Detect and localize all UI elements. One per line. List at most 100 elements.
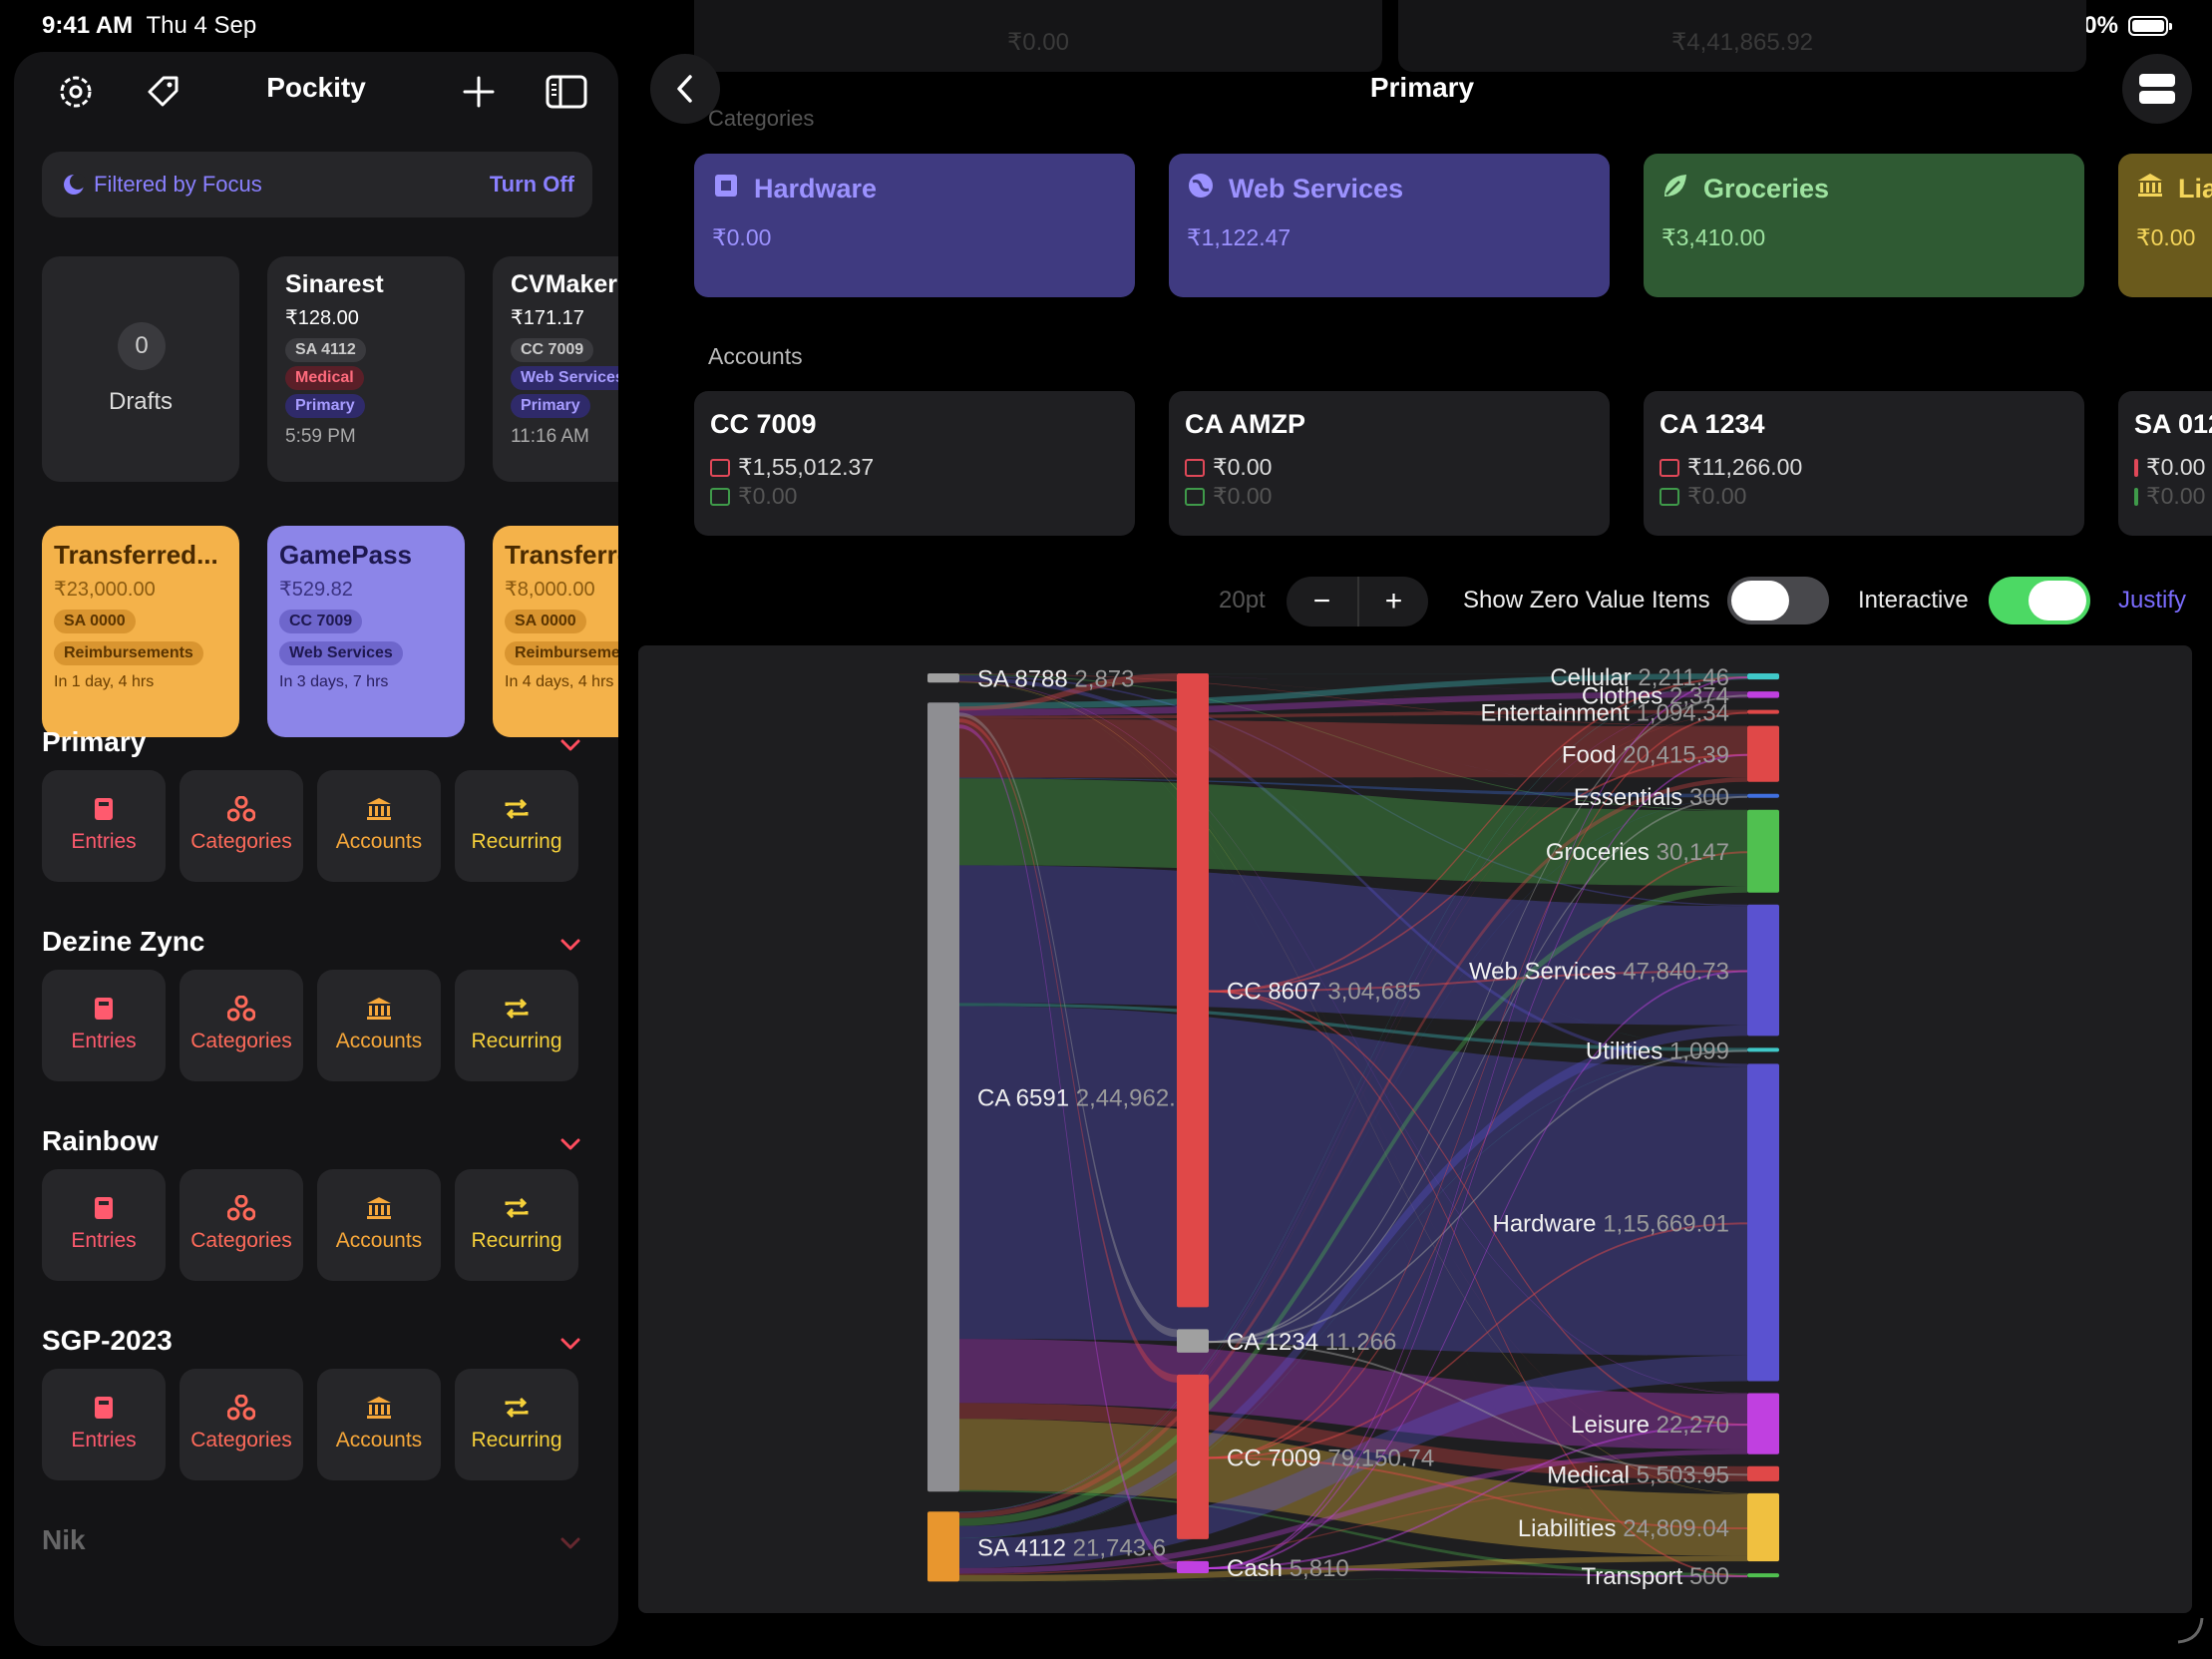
sankey-node-label: Essentials 300	[1574, 784, 1729, 811]
sankey-node[interactable]	[1177, 1329, 1209, 1353]
account-card[interactable]: SA 0123 ₹0.00 ₹0.00	[2118, 391, 2212, 536]
sankey-node[interactable]	[1747, 809, 1779, 893]
sankey-node-label: Transport 500	[1581, 1563, 1729, 1590]
sankey-node[interactable]	[1747, 1465, 1779, 1481]
tile-label: Entries	[71, 1030, 137, 1052]
sankey-node[interactable]	[927, 673, 959, 683]
bank-icon	[317, 1195, 441, 1223]
sankey-node[interactable]	[927, 1511, 959, 1582]
tile-label: Entries	[71, 1229, 137, 1252]
sankey-node[interactable]	[1747, 1393, 1779, 1454]
decrease-button[interactable]: −	[1287, 577, 1357, 626]
section-title[interactable]: Primary	[42, 726, 146, 758]
chevron-down-icon[interactable]	[555, 730, 585, 760]
tile-categories[interactable]: Categories	[180, 1369, 303, 1480]
categories-section-label: Categories	[708, 106, 815, 131]
sankey-node[interactable]	[1177, 1374, 1209, 1539]
category-pill: Web Services	[511, 366, 618, 390]
recurring-due: In 1 day, 4 hrs	[54, 673, 155, 690]
sankey-node[interactable]	[927, 702, 959, 1492]
account-name: SA 0123	[2134, 409, 2212, 439]
account-card[interactable]: CC 7009 ₹1,55,012.37 ₹0.00	[694, 391, 1135, 536]
add-button[interactable]	[453, 66, 505, 118]
tile-categories[interactable]: Categories	[180, 1169, 303, 1281]
sankey-node[interactable]	[1177, 1560, 1209, 1573]
interactive-toggle[interactable]	[1989, 577, 2090, 624]
tile-entries[interactable]: Entries	[42, 970, 166, 1081]
tile-accounts[interactable]: Accounts	[317, 970, 441, 1081]
tile-recurring[interactable]: Recurring	[455, 1169, 578, 1281]
section-title[interactable]: Dezine Zync	[42, 926, 204, 958]
category-name: Groceries	[1703, 174, 1830, 204]
sankey-node[interactable]	[1747, 904, 1779, 1037]
entry-card[interactable]: CVMaker ₹171.17 CC 7009 Web Services Pri…	[493, 256, 618, 482]
tile-label: Recurring	[471, 1429, 562, 1452]
entry-time: 11:16 AM	[511, 426, 589, 447]
category-card[interactable]: Groceries ₹3,410.00	[1644, 154, 2084, 297]
account-card[interactable]: CA AMZP ₹0.00 ₹0.00	[1169, 391, 1610, 536]
space-pill: Primary	[285, 394, 365, 418]
entry-card[interactable]: Sinarest ₹128.00 SA 4112 Medical Primary…	[267, 256, 465, 482]
recurring-card[interactable]: Transferred... ₹8,000.00 SA 0000 Reimbur…	[493, 526, 618, 737]
section-title[interactable]: Nik	[42, 1524, 86, 1556]
category-card[interactable]: Liabilities ₹0.00	[2118, 154, 2212, 297]
sankey-node-label: Food 20,415.39	[1562, 742, 1729, 769]
sankey-node[interactable]	[1747, 1573, 1779, 1578]
sankey-node[interactable]	[1747, 691, 1779, 698]
outflow-icon	[2134, 458, 2138, 477]
recurring-card[interactable]: Transferred... ₹23,000.00 SA 0000 Reimbu…	[42, 526, 239, 737]
tile-categories[interactable]: Categories	[180, 970, 303, 1081]
category-pill: Medical	[285, 366, 364, 390]
categories-icon	[180, 1195, 303, 1223]
sankey-node[interactable]	[1747, 709, 1779, 714]
drafts-card[interactable]: 0 Drafts	[42, 256, 239, 482]
category-name: Web Services	[1229, 174, 1404, 204]
section-title[interactable]: SGP-2023	[42, 1325, 173, 1357]
sidebar: Pockity Filtered by Focus Turn Off 0 Dra…	[14, 52, 618, 1646]
account-card[interactable]: CA 1234 ₹11,266.00 ₹0.00	[1644, 391, 2084, 536]
chevron-down-icon[interactable]	[555, 930, 585, 960]
tile-accounts[interactable]: Accounts	[317, 770, 441, 882]
tile-entries[interactable]: Entries	[42, 770, 166, 882]
sidebar-toggle-icon[interactable]	[541, 66, 592, 118]
tile-recurring[interactable]: Recurring	[455, 770, 578, 882]
account-inflow: ₹0.00	[1687, 483, 1747, 509]
repeat-icon	[455, 1395, 578, 1423]
section-title[interactable]: Rainbow	[42, 1125, 159, 1157]
account-pill: CC 7009	[279, 610, 363, 633]
sankey-node-label: CC 7009 79,150.74	[1227, 1445, 1434, 1471]
sankey-node[interactable]	[1747, 725, 1779, 782]
tile-label: Categories	[190, 1429, 292, 1452]
justify-button[interactable]: Justify	[2118, 587, 2186, 615]
sankey-node[interactable]	[1177, 673, 1209, 1308]
recurring-card[interactable]: GamePass ₹529.82 CC 7009 Web Services In…	[267, 526, 465, 737]
chevron-down-icon[interactable]	[555, 1528, 585, 1558]
chevron-down-icon[interactable]	[555, 1129, 585, 1159]
chevron-down-icon[interactable]	[555, 1329, 585, 1359]
tile-categories[interactable]: Categories	[180, 770, 303, 882]
sankey-chart[interactable]: SA 8788 2,873 CA 6591 2,44,962.38 SA 4112 …	[638, 645, 2192, 1613]
increase-button[interactable]: +	[1357, 577, 1428, 626]
layout-toggle-button[interactable]	[2122, 54, 2192, 124]
tile-accounts[interactable]: Accounts	[317, 1169, 441, 1281]
category-card[interactable]: Web Services ₹1,122.47	[1169, 154, 1610, 297]
inflow-icon	[1659, 487, 1679, 506]
account-outflow: ₹0.00	[2146, 454, 2206, 480]
tile-entries[interactable]: Entries	[42, 1369, 166, 1480]
sankey-node[interactable]	[1747, 793, 1779, 798]
tile-recurring[interactable]: Recurring	[455, 970, 578, 1081]
resize-handle-icon	[2177, 1617, 2204, 1644]
sankey-node[interactable]	[1747, 1063, 1779, 1382]
turn-off-focus-button[interactable]: Turn Off	[490, 172, 574, 198]
sankey-node[interactable]	[1747, 1047, 1779, 1052]
category-card[interactable]: Hardware ₹0.00	[694, 154, 1135, 297]
sankey-node-label: SA 4112 21,743.6	[977, 1534, 1166, 1561]
sankey-node[interactable]	[1747, 1492, 1779, 1562]
category-name: Liabilities	[2178, 174, 2212, 204]
tile-accounts[interactable]: Accounts	[317, 1369, 441, 1480]
show-zero-toggle[interactable]	[1727, 577, 1829, 624]
tile-recurring[interactable]: Recurring	[455, 1369, 578, 1480]
entry-time: 5:59 PM	[285, 426, 356, 447]
sankey-node[interactable]	[1747, 673, 1779, 680]
tile-entries[interactable]: Entries	[42, 1169, 166, 1281]
